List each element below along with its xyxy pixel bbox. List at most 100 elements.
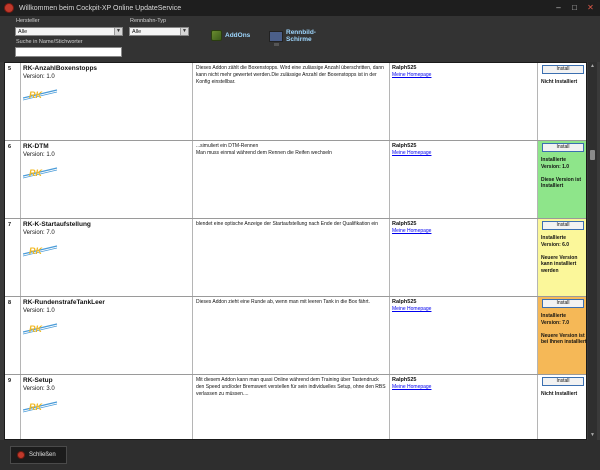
row-number-cell: 9 [5, 375, 21, 439]
addon-name: RK-AnzahlBoxenstopps [23, 65, 98, 72]
scroll-down-icon[interactable]: ▼ [589, 432, 596, 439]
title-bar: Willkommen beim Cockpit-XP Online Update… [0, 0, 600, 16]
search-label: Suche in Name/Stichworter [16, 39, 83, 45]
chevron-down-icon: ▼ [114, 28, 122, 35]
rk-logo-icon: RK [23, 89, 58, 101]
rk-logo-icon: RK [23, 323, 58, 335]
rk-logo-text: RK [29, 402, 43, 412]
install-button[interactable]: Install [542, 221, 584, 230]
homepage-link[interactable]: Meine Homepage [392, 72, 431, 78]
author-cell: Ralph525 Meine Homepage [390, 219, 538, 296]
close-button-label: Schließen [29, 452, 56, 458]
description-cell: Dieses Addon zieht eine Runde ab, wenn m… [193, 297, 390, 374]
addons-button[interactable]: AddOns [211, 30, 250, 41]
addon-row: 5 RK-AnzahlBoxenstopps Version: 1.0 RK D… [5, 63, 586, 141]
addon-name: RK-K-Startaufstellung [23, 221, 91, 228]
addon-author: Ralph525 [392, 221, 417, 227]
status-cell: Install Nicht Installiert [538, 375, 586, 439]
name-cell: RK-K-Startaufstellung Version: 7.0 RK [21, 219, 193, 296]
install-status: Nicht Installiert [541, 391, 578, 397]
addon-author: Ralph525 [392, 143, 417, 149]
name-cell: RK-AnzahlBoxenstopps Version: 1.0 RK [21, 63, 193, 140]
homepage-link[interactable]: Meine Homepage [392, 306, 431, 312]
rk-logo-text: RK [29, 324, 43, 334]
homepage-link[interactable]: Meine Homepage [392, 384, 431, 390]
description-cell: Mit diesem Addon kann man quasi Online w… [193, 375, 390, 439]
close-window-button[interactable]: ✕ [584, 2, 597, 13]
status-cell: Install Nicht Installiert [538, 63, 586, 140]
chevron-down-icon: ▼ [180, 28, 188, 35]
hersteller-value: Alle [18, 29, 28, 35]
install-button[interactable]: Install [542, 377, 584, 386]
install-button[interactable]: Install [542, 299, 584, 308]
minimize-button[interactable]: – [552, 2, 565, 13]
rk-logo-icon: RK [23, 401, 58, 413]
vertical-scrollbar[interactable]: ▲ ▼ [588, 62, 597, 440]
row-number-cell: 6 [5, 141, 21, 218]
install-status: Nicht Installiert [541, 79, 578, 85]
scroll-up-icon[interactable]: ▲ [589, 63, 596, 70]
install-status: Installierte Version: 1.0 Diese Version i… [541, 157, 582, 189]
name-cell: RK-Setup Version: 3.0 RK [21, 375, 193, 439]
author-cell: Ralph525 Meine Homepage [390, 297, 538, 374]
description-cell: Dieses Addon zählt die Boxenstopps. Wird… [193, 63, 390, 140]
close-button[interactable]: Schließen [10, 446, 67, 464]
install-status: Installierte Version: 7.0 Neuere Version … [541, 313, 587, 345]
description-cell: blendet eine optische Anzeige der Starta… [193, 219, 390, 296]
author-cell: Ralph525 Meine Homepage [390, 63, 538, 140]
row-number-cell: 7 [5, 219, 21, 296]
close-icon [17, 451, 25, 459]
rennbahn-value: Alle [132, 29, 142, 35]
rennbild-label-line2: Schirme [286, 36, 312, 43]
window-controls: – □ ✕ [552, 2, 597, 13]
rk-logo-icon: RK [23, 245, 58, 257]
addon-version: Version: 1.0 [23, 74, 55, 80]
addons-icon [211, 30, 222, 41]
rk-logo-text: RK [29, 168, 43, 178]
scroll-thumb[interactable] [590, 150, 595, 160]
row-number: 7 [8, 222, 12, 228]
install-button[interactable]: Install [542, 143, 584, 152]
author-cell: Ralph525 Meine Homepage [390, 141, 538, 218]
addon-author: Ralph525 [392, 299, 417, 305]
status-cell: Install Installierte Version: 6.0 Neuere … [538, 219, 586, 296]
rennbild-schirme-button[interactable]: Rennbild- Schirme [269, 29, 316, 46]
addon-row: 9 RK-Setup Version: 3.0 RK Mit diesem Ad… [5, 375, 586, 439]
homepage-link[interactable]: Meine Homepage [392, 228, 431, 234]
row-number: 9 [8, 378, 12, 384]
addon-name: RK-Setup [23, 377, 53, 384]
maximize-button[interactable]: □ [568, 2, 581, 13]
app-logo-icon [4, 3, 14, 13]
name-cell: RK-DTM Version: 1.0 RK [21, 141, 193, 218]
addon-version: Version: 3.0 [23, 386, 55, 392]
addon-version: Version: 7.0 [23, 230, 55, 236]
rennbahn-select[interactable]: Alle ▼ [129, 27, 189, 36]
hersteller-label: Hersteller [16, 18, 40, 24]
search-input[interactable] [15, 47, 122, 57]
homepage-link[interactable]: Meine Homepage [392, 150, 431, 156]
addon-row: 6 RK-DTM Version: 1.0 RK ...simuliert ei… [5, 141, 586, 219]
hersteller-select[interactable]: Alle ▼ [15, 27, 123, 36]
row-number: 6 [8, 144, 12, 150]
addon-name: RK-DTM [23, 143, 49, 150]
description-cell: ...simuliert ein DTM-Rennen Man muss einm… [193, 141, 390, 218]
addon-description: Mit diesem Addon kann man quasi Online w… [196, 377, 386, 397]
rennbild-label-wrap: Rennbild- Schirme [286, 29, 316, 43]
author-cell: Ralph525 Meine Homepage [390, 375, 538, 439]
addon-author: Ralph525 [392, 65, 417, 71]
addon-author: Ralph525 [392, 377, 417, 383]
status-cell: Install Installierte Version: 7.0 Neuere … [538, 297, 587, 374]
status-cell: Install Installierte Version: 1.0 Diese V… [538, 141, 586, 218]
install-status: Installierte Version: 6.0 Neuere Version … [541, 235, 578, 274]
app-window: Willkommen beim Cockpit-XP Online Update… [0, 0, 600, 470]
name-cell: RK-RundenstrafeTankLeer Version: 1.0 RK [21, 297, 193, 374]
addon-description: ...simuliert ein DTM-Rennen Man muss einm… [196, 143, 332, 156]
addon-description: Dieses Addon zählt die Boxenstopps. Wird… [196, 65, 384, 85]
rennbahn-label: Rennbahn-Typ [130, 18, 167, 24]
rk-logo-icon: RK [23, 167, 58, 179]
bottom-bar: Schließen [0, 440, 600, 470]
row-number: 5 [8, 66, 12, 72]
addon-version: Version: 1.0 [23, 308, 55, 314]
addon-name: RK-RundenstrafeTankLeer [23, 299, 105, 306]
install-button[interactable]: Install [542, 65, 584, 74]
